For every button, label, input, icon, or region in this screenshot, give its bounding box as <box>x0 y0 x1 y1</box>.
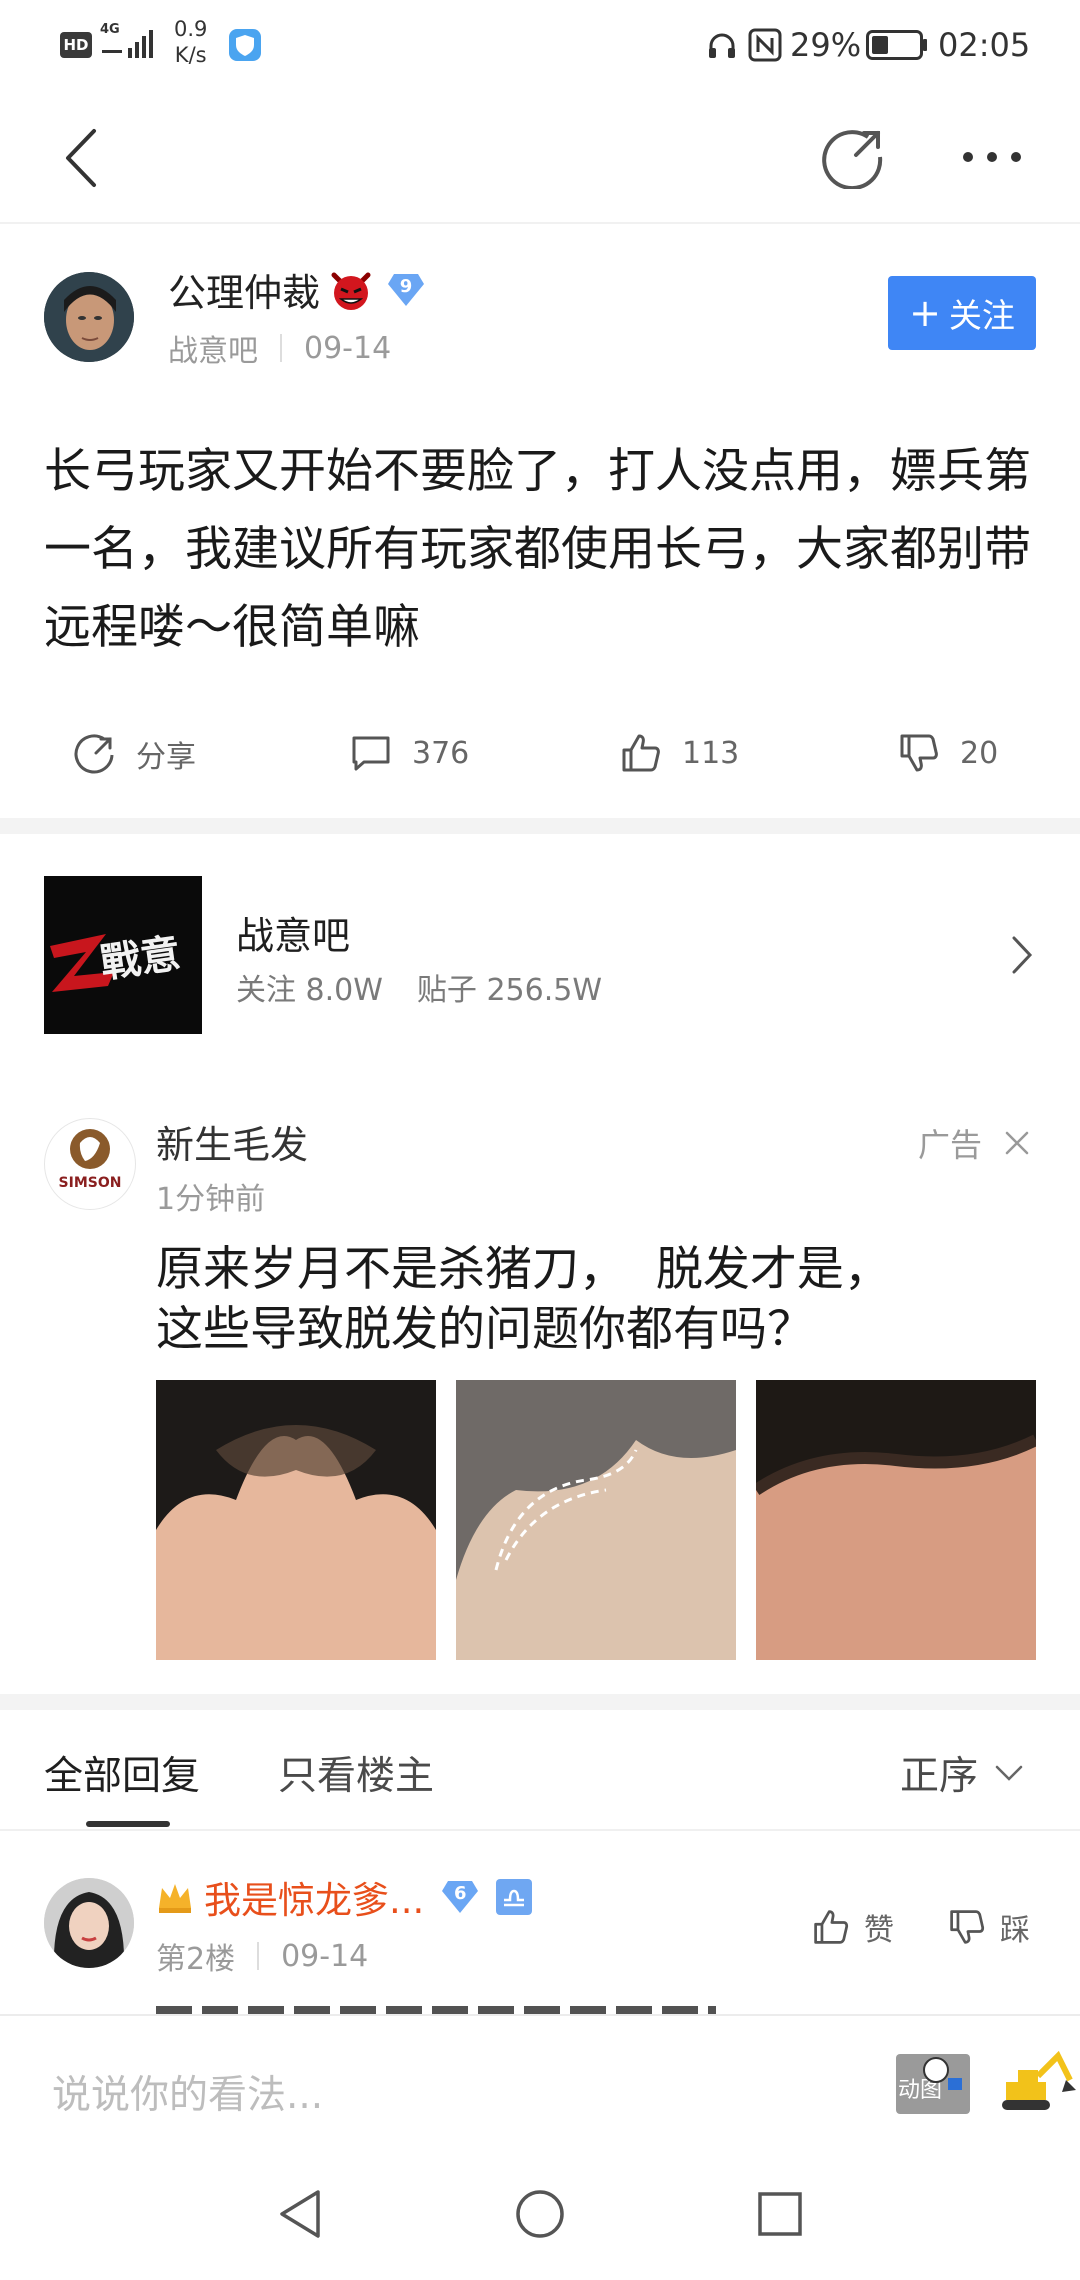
reply-meta: 第2楼 09-14 <box>156 1934 368 1978</box>
forum-name-link[interactable]: 战意吧 <box>168 326 258 370</box>
author-avatar[interactable] <box>44 272 134 362</box>
post-meta: 战意吧 09-14 <box>168 326 391 370</box>
comment-icon <box>350 732 392 774</box>
battery-icon <box>866 30 928 60</box>
share-icon <box>74 733 116 775</box>
thumbs-down-icon <box>898 732 940 774</box>
ad-time: 1分钟前 <box>156 1182 266 1217</box>
headset-icon <box>706 30 738 62</box>
reply-dislike-button[interactable]: 踩 <box>948 1905 1030 1949</box>
reply-level-badge: 6 <box>440 1877 480 1917</box>
forum-followers: 关注 8.0W <box>236 973 383 1008</box>
ad-text[interactable]: 原来岁月不是杀猪刀， 脱发才是， 这些导致脱发的问题你都有吗？ <box>156 1240 1036 1360</box>
advertiser-name[interactable]: 新生毛发 <box>156 1114 308 1169</box>
reply-content-peek <box>156 1998 716 2014</box>
status-bar: HD 4G 0.9 K/s 29% 02:05 <box>0 0 1080 95</box>
system-nav-bar <box>0 2146 1080 2280</box>
share-action[interactable]: 分享 <box>74 732 196 776</box>
author-name[interactable]: 公理仲裁 <box>168 262 320 317</box>
thumbs-up-icon <box>620 732 662 774</box>
post-date: 09-14 <box>304 330 392 366</box>
signal-icon: 4G <box>100 22 160 62</box>
section-divider <box>0 1694 1080 1710</box>
more-icon[interactable] <box>960 147 1024 167</box>
clock: 02:05 <box>938 26 1031 64</box>
dislike-action[interactable]: 20 <box>898 732 998 774</box>
ad-image-1[interactable] <box>156 1380 436 1660</box>
author-name-row: 公理仲裁 9 <box>168 262 426 317</box>
sticker-button[interactable]: 动图 <box>896 2054 970 2114</box>
chevron-right-icon[interactable] <box>1010 934 1034 976</box>
follow-button[interactable]: + 关注 <box>888 276 1036 350</box>
nav-home-icon[interactable] <box>514 2188 566 2240</box>
ad-label: 广告 <box>918 1126 983 1164</box>
comment-input[interactable]: 说说你的看法... <box>52 2064 323 2120</box>
network-speed: 0.9 K/s <box>174 17 208 67</box>
nav-divider <box>0 222 1080 224</box>
battery-percent: 29% <box>790 26 862 64</box>
thumbs-down-icon <box>948 1908 986 1946</box>
post-content: 长弓玩家又开始不要脸了，打人没点用，嫖兵第一名，我建议所有玩家都使用长弓，大家都… <box>44 444 1031 655</box>
meta-divider <box>257 1942 260 1970</box>
tabs-divider <box>0 1829 1080 1831</box>
forum-posts: 贴子 256.5W <box>416 973 603 1008</box>
close-icon[interactable] <box>1004 1130 1030 1156</box>
tab-indicator <box>86 1821 170 1827</box>
libra-icon <box>496 1879 533 1915</box>
share-icon[interactable] <box>822 125 886 189</box>
reply-floor: 第2楼 <box>156 1942 236 1977</box>
forum-name[interactable]: 战意吧 <box>236 905 350 960</box>
devil-emoji-icon <box>328 267 374 313</box>
plus-icon: + <box>909 291 941 335</box>
comment-action[interactable]: 376 <box>350 732 469 774</box>
hd-icon: HD <box>60 32 92 58</box>
top-nav-bar <box>0 95 1080 225</box>
reply-avatar[interactable] <box>44 1878 134 1968</box>
section-divider <box>0 818 1080 834</box>
ad-label-group: 广告 <box>918 1120 1030 1166</box>
chevron-down-icon <box>994 1764 1024 1782</box>
nav-recents-icon[interactable] <box>756 2190 804 2238</box>
crown-icon <box>156 1880 194 1914</box>
reply-author[interactable]: 我是惊龙爹... <box>204 1870 424 1924</box>
excavator-sticker-icon[interactable] <box>982 2046 1078 2116</box>
tab-all-replies[interactable]: 全部回复 <box>44 1745 200 1801</box>
reply-name-row: 我是惊龙爹... 6 <box>156 1870 533 1924</box>
sort-dropdown[interactable]: 正序 <box>900 1745 1024 1801</box>
back-icon[interactable] <box>52 123 112 193</box>
advertiser-logo[interactable]: SIMSON <box>44 1118 136 1210</box>
reply-like-button[interactable]: 赞 <box>812 1905 894 1949</box>
shield-icon <box>228 28 262 62</box>
tab-owner-only[interactable]: 只看楼主 <box>278 1745 434 1801</box>
reply-date: 09-14 <box>281 1938 369 1974</box>
nfc-icon <box>748 28 782 62</box>
forum-logo[interactable]: 戰意 <box>44 876 202 1034</box>
thumbs-up-icon <box>812 1908 850 1946</box>
ad-image-2[interactable] <box>456 1380 736 1660</box>
like-action[interactable]: 113 <box>620 732 739 774</box>
nav-back-icon[interactable] <box>276 2188 324 2240</box>
ad-image-3[interactable] <box>756 1380 1036 1660</box>
meta-divider <box>280 334 282 362</box>
level-badge: 9 <box>386 270 426 310</box>
forum-stats: 关注 8.0W 贴子 256.5W <box>236 965 602 1009</box>
